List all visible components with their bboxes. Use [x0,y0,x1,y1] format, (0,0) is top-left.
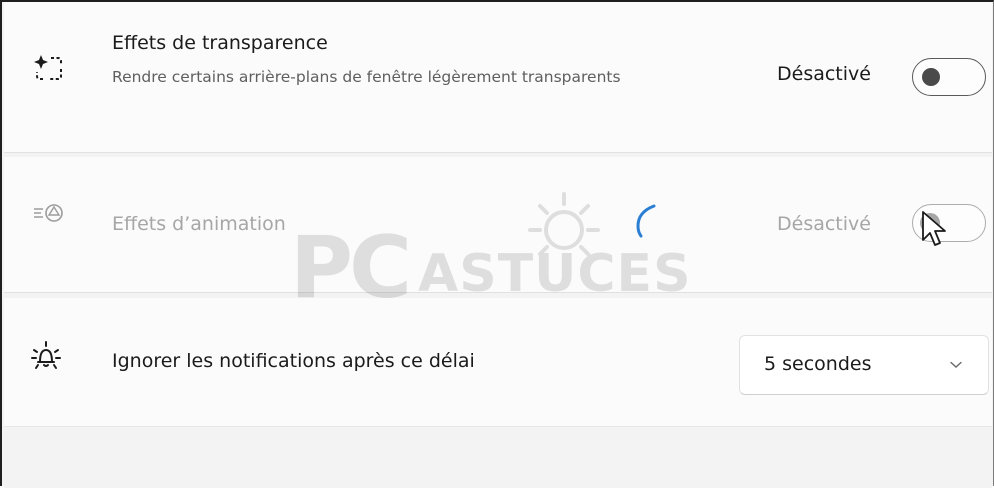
transparency-setting-card: Effets de transparence Rendre certains a… [4,2,992,153]
animation-setting-card: Effets d’animation Désactivé [4,157,992,293]
settings-window: Effets de transparence Rendre certains a… [0,0,994,488]
animation-title: Effets d’animation [112,213,286,235]
transparency-state-label: Désactivé [777,63,871,85]
transparency-icon [34,55,62,80]
toggle-knob [922,68,940,86]
empty-area [4,428,992,488]
mouse-cursor-icon [922,211,946,246]
chevron-down-icon [950,361,962,368]
transparency-toggle[interactable] [912,58,986,96]
animation-icon [34,204,63,222]
notification-timeout-dropdown[interactable]: 5 secondes [739,335,989,395]
animation-state-label: Désactivé [777,213,871,235]
dropdown-selected-value: 5 secondes [764,353,872,375]
notification-brightness-icon [31,341,61,369]
notification-timeout-title: Ignorer les notifications après ce délai [112,350,475,372]
transparency-title: Effets de transparence [112,32,328,54]
transparency-description: Rendre certains arrière-plans de fenêtre… [112,68,621,86]
loading-spinner-icon [636,204,656,238]
